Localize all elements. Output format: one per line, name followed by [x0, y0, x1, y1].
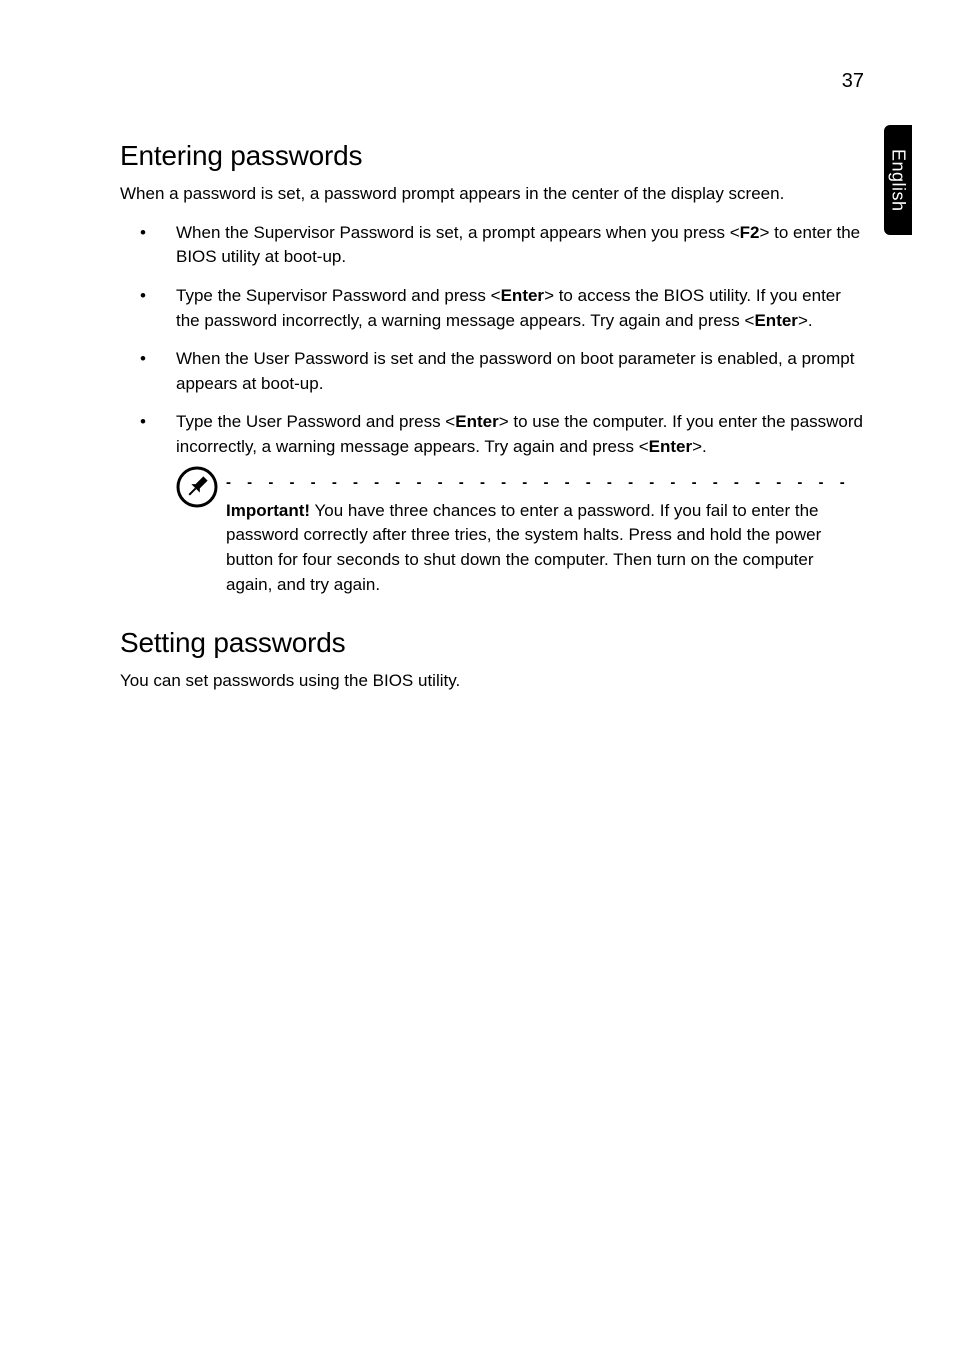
setting-paragraph: You can set passwords using the BIOS uti…: [120, 669, 864, 694]
list-text: When the Supervisor Password is set, a p…: [176, 223, 740, 242]
list-text: >.: [798, 311, 813, 330]
note-text: Important! You have three chances to ent…: [226, 499, 864, 598]
list-item: When the User Password is set and the pa…: [120, 347, 864, 396]
language-tab: English: [884, 125, 912, 235]
key-enter: Enter: [754, 311, 797, 330]
list-item: Type the User Password and press <Enter>…: [120, 410, 864, 459]
key-enter: Enter: [455, 412, 498, 431]
language-tab-label: English: [888, 149, 909, 212]
list-item: Type the Supervisor Password and press <…: [120, 284, 864, 333]
important-label: Important!: [226, 501, 310, 520]
key-enter: Enter: [649, 437, 692, 456]
key-enter: Enter: [501, 286, 544, 305]
dashes-divider: - - - - - - - - - - - - - - - - - - - - …: [226, 474, 846, 491]
note-body: You have three chances to enter a passwo…: [226, 501, 821, 594]
heading-entering-passwords: Entering passwords: [120, 140, 864, 172]
important-note: - - - - - - - - - - - - - - - - - - - - …: [176, 474, 864, 598]
page-number: 37: [842, 70, 864, 93]
list-text: >.: [692, 437, 707, 456]
pin-icon: [176, 466, 218, 508]
list-text: Type the Supervisor Password and press <: [176, 286, 501, 305]
key-f2: F2: [740, 223, 760, 242]
page-container: 37 English Entering passwords When a pas…: [0, 0, 954, 1369]
bullet-list: When the Supervisor Password is set, a p…: [120, 221, 864, 460]
list-text: When the User Password is set and the pa…: [176, 349, 854, 393]
list-text: Type the User Password and press <: [176, 412, 455, 431]
intro-paragraph: When a password is set, a password promp…: [120, 182, 864, 207]
list-item: When the Supervisor Password is set, a p…: [120, 221, 864, 270]
heading-setting-passwords: Setting passwords: [120, 627, 864, 659]
